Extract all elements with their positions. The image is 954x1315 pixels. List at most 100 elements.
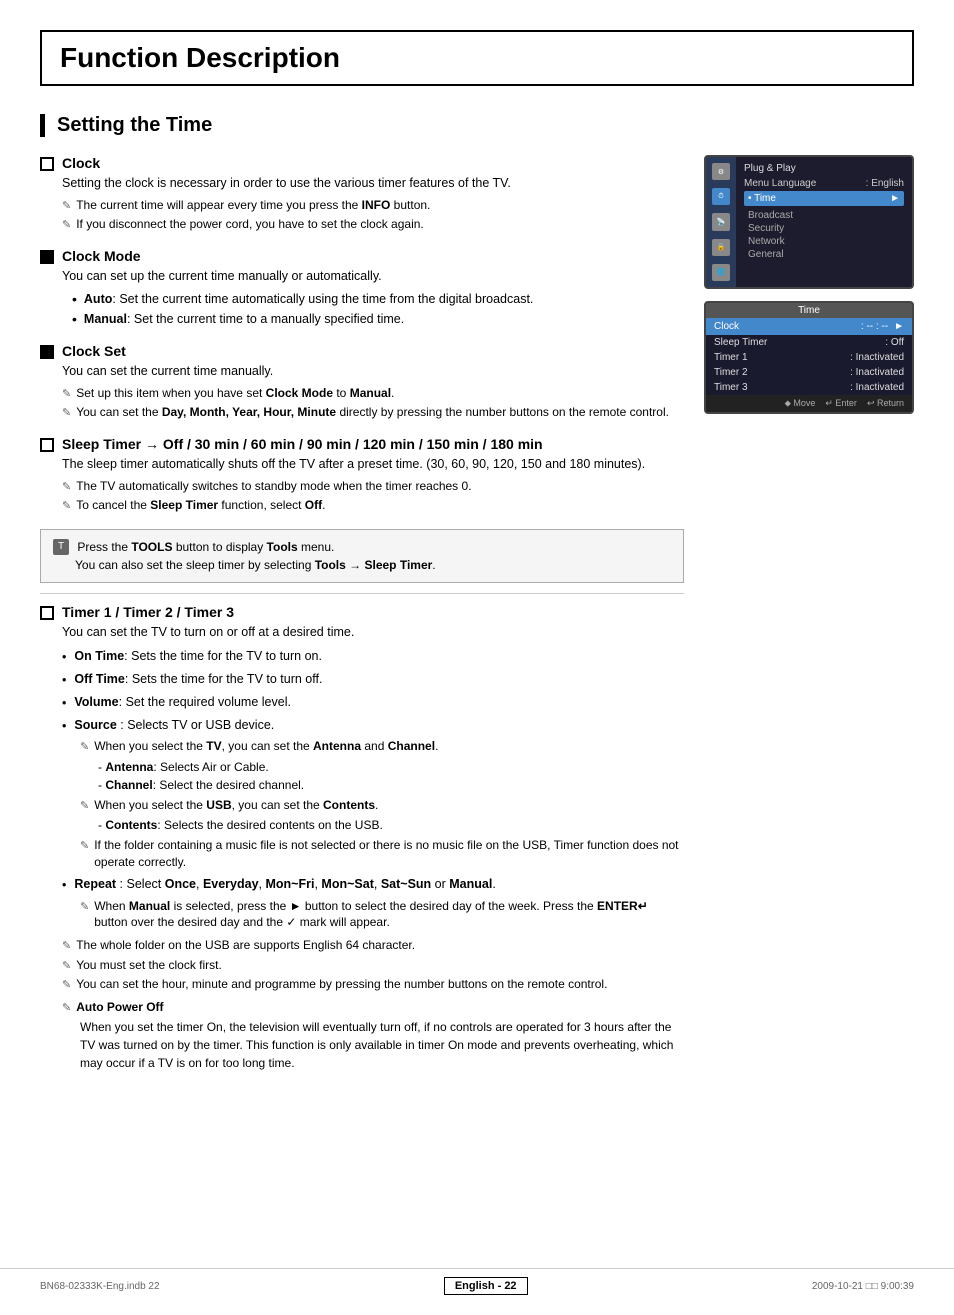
dot-5: • (62, 876, 66, 895)
tv-icon-5: 🌐 (712, 264, 730, 281)
note-icon-7: ✎ (80, 739, 89, 756)
timer1-value: : Inactivated (850, 352, 904, 363)
tv-sleep-row: Sleep Timer : Off (706, 335, 912, 350)
sleep-timer-text: The sleep timer automatically shuts off … (62, 455, 684, 474)
menu-lang-value: : English (866, 178, 904, 189)
clock-mode-title: Clock Mode (62, 248, 141, 264)
auto-power-off-block: ✎ Auto Power Off When you set the timer … (62, 999, 684, 1073)
note-icon-11: ✎ (62, 938, 71, 955)
sleep-note-2: To cancel the Sleep Timer function, sele… (76, 497, 325, 514)
tv-section-title: Time (706, 303, 912, 318)
section-heading: Setting the Time (40, 114, 914, 137)
plug-play-label: Plug & Play (744, 163, 796, 174)
bullet-dot-2: • (72, 310, 77, 328)
checkbox-icon-3 (40, 606, 54, 620)
tv-bottom-bar: ⬥ Move ↵ Enter ↩ Return (706, 395, 912, 412)
info-box-line1: T Press the TOOLS button to display Tool… (53, 538, 671, 556)
page-title-box: Function Description (40, 30, 914, 86)
clock-mode-text: You can set up the current time manually… (62, 267, 684, 286)
clock-set-note-2: You can set the Day, Month, Year, Hour, … (76, 404, 669, 421)
timer3-value: : Inactivated (850, 382, 904, 393)
tools-icon: T (53, 539, 69, 555)
tv-timer1-row: Timer 1 : Inactivated (706, 350, 912, 365)
clock-mode-bullet-2: • Manual: Set the current time to a manu… (72, 310, 684, 329)
clock-row-value: : -- : -- (861, 321, 888, 332)
timer1-label: Timer 1 (714, 352, 748, 363)
tv-menu-content-top: Plug & Play Menu Language : English • Ti… (736, 157, 912, 287)
repeat-note-wrapper: ✎ When Manual is selected, press the ► b… (80, 898, 684, 932)
tv-move-label: ⬥ Move (785, 398, 816, 409)
note-icon-3: ✎ (62, 386, 71, 403)
right-column: ⚙ ⏱ 📡 🔒 🌐 Plug & Play Menu Language (704, 155, 914, 1086)
note-icon-13: ✎ (62, 977, 71, 994)
tv-timer2-row: Timer 2 : Inactivated (706, 365, 912, 380)
dot-2: • (62, 671, 66, 690)
sleep-row-label: Sleep Timer (714, 337, 767, 348)
clock-title: Clock (62, 155, 100, 171)
source-note-1: When you select the TV, you can set the … (94, 738, 438, 755)
timer-block: Timer 1 / Timer 2 / Timer 3 You can set … (40, 604, 684, 1073)
sleep-timer-body: The sleep timer automatically shuts off … (40, 455, 684, 515)
note-icon-2: ✎ (62, 217, 71, 234)
clock-mode-bullet-1: • Auto: Set the current time automatical… (72, 290, 684, 309)
timer2-label: Timer 2 (714, 367, 748, 378)
usb-note-1: When you select the USB, you can set the… (94, 797, 378, 814)
extra-note-2: You must set the clock first. (76, 957, 222, 974)
clock-body: Setting the clock is necessary in order … (40, 174, 684, 234)
dot-4: • (62, 717, 66, 736)
timer2-value: : Inactivated (850, 367, 904, 378)
clock-block: Clock Setting the clock is necessary in … (40, 155, 684, 234)
clock-set-block: Clock Set You can set the current time m… (40, 343, 684, 422)
left-column: Clock Setting the clock is necessary in … (40, 155, 684, 1086)
dot-3: • (62, 694, 66, 713)
menu-lang-label: Menu Language (744, 178, 816, 189)
antenna-note: - Antenna: Selects Air or Cable. - Chann… (80, 758, 684, 794)
sleep-timer-title: Sleep Timer → Off / 30 min / 60 min / 90… (62, 436, 543, 452)
tv-menu-lang-row: Menu Language : English (744, 178, 904, 189)
auto-power-off: Auto Power Off (76, 999, 163, 1016)
page: Function Description Setting the Time Cl… (0, 0, 954, 1315)
note-icon-14: ✎ (62, 1000, 71, 1017)
tv-ui-top: ⚙ ⏱ 📡 🔒 🌐 Plug & Play Menu Language (704, 155, 914, 289)
timer-volume: • Volume: Set the required volume level. (62, 693, 684, 713)
timer-source: • Source : Selects TV or USB device. (62, 716, 684, 736)
time-arrow: ► (890, 193, 900, 204)
info-box: T Press the TOOLS button to display Tool… (40, 529, 684, 583)
note-icon-12: ✎ (62, 958, 71, 975)
checkbox-icon-2 (40, 438, 54, 452)
timer-title: Timer 1 / Timer 2 / Timer 3 (62, 604, 234, 620)
timer-repeat: • Repeat : Select Once, Everyday, Mon~Fr… (62, 875, 684, 895)
info-box-line2: You can also set the sleep timer by sele… (53, 556, 671, 574)
page-title: Function Description (60, 42, 340, 73)
tv-timer3-row: Timer 3 : Inactivated (706, 380, 912, 395)
timer-on-time: • On Time: Sets the time for the TV to t… (62, 647, 684, 667)
note-icon-5: ✎ (62, 479, 71, 496)
tv-icon-2: ⏱ (712, 188, 730, 205)
tv-general: General (744, 248, 904, 261)
note-icon-1: ✎ (62, 198, 71, 215)
sleep-row-value: : Off (885, 337, 904, 348)
extra-note-3: You can set the hour, minute and program… (76, 976, 607, 993)
note-icon-4: ✎ (62, 405, 71, 422)
square-icon-1 (40, 250, 54, 264)
tv-ui-bottom: Time Clock : -- : -- ► Sleep Timer : Off… (704, 301, 914, 414)
tv-clock-row: Clock : -- : -- ► (706, 318, 912, 335)
tv-broadcast: Broadcast (744, 209, 904, 222)
sleep-timer-block: Sleep Timer → Off / 30 min / 60 min / 90… (40, 436, 684, 515)
timer-body: You can set the TV to turn on or off at … (40, 623, 684, 1073)
folder-note: If the folder containing a music file is… (94, 837, 684, 871)
checkbox-icon (40, 157, 54, 171)
footer-right: 2009-10-21 □□ 9:00:39 (812, 1281, 914, 1292)
clock-mode-manual: Manual: Set the current time to a manual… (84, 310, 404, 329)
clock-set-text: You can set the current time manually. (62, 362, 684, 381)
clock-set-body: You can set the current time manually. ✎… (40, 362, 684, 422)
tv-network: Network (744, 235, 904, 248)
tv-icon-4: 🔒 (712, 239, 730, 256)
tv-security: Security (744, 222, 904, 235)
square-icon-2 (40, 345, 54, 359)
clock-text: Setting the clock is necessary in order … (62, 174, 684, 193)
timer3-label: Timer 3 (714, 382, 748, 393)
clock-note-2: If you disconnect the power cord, you ha… (76, 216, 424, 233)
note-icon-10: ✎ (80, 899, 89, 916)
timer-intro: You can set the TV to turn on or off at … (62, 623, 684, 642)
